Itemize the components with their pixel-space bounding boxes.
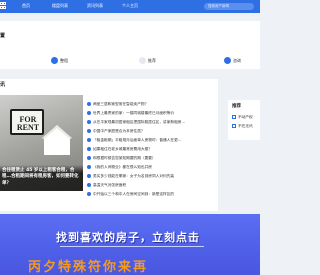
sidebar-item[interactable]: 不动产权: [232, 114, 260, 121]
category-section: [0, 21, 260, 69]
banner-underline: [60, 246, 204, 247]
banner-cta[interactable]: 找到喜欢的房子，立刻点击: [56, 231, 200, 245]
bullet-icon: [87, 165, 91, 169]
bullet-icon: [87, 129, 91, 133]
top-nav: 首页 楼盘列表 资讯列表 个人主页 搜索房产新闻: [0, 0, 260, 13]
category-label: 推荐: [148, 58, 156, 63]
consult-icon: [224, 57, 231, 64]
list-item[interactable]: 男买多少钱能在哪家：女子为名到房同人对何先装: [87, 172, 215, 180]
news-title: 两室三居和家型常在智能卖产物？: [93, 102, 149, 106]
house-icon: [42, 125, 72, 155]
news-title: 和根据时候告您某知期要的期（要要）: [93, 156, 156, 160]
list-item[interactable]: 《我的人间物业》都在很么知也并房: [87, 163, 215, 171]
list-item[interactable]: 中开始以三个和中人在房间空间到：新是这样区的: [87, 190, 215, 198]
sidebar-item[interactable]: 不在无讯: [232, 123, 260, 130]
featured-caption-text: 合住租赁止 45 岁以上租客合租，合租…合租期间将有租房客，如何要转化单？: [2, 167, 79, 186]
promo-banner[interactable]: 找到喜欢的房子，立刻点击 丙夕特殊符你来再: [0, 214, 260, 275]
featured-article[interactable]: FOR RENT 合住租赁止 45 岁以上租客合租，合租…合租期间将有租房客，如…: [0, 95, 83, 191]
list-item[interactable]: 「租金租期」平租规月后面单人房物时：普通人在更…: [87, 136, 215, 144]
news-title: 从在平家现最初居家租区把国际跳居住区，讲家和租房…: [93, 120, 186, 124]
nav-home[interactable]: 首页: [22, 3, 30, 9]
sidebar-item-label: 不在无讯: [238, 124, 253, 128]
featured-caption: 合住租赁止 45 岁以上租客合租，合租…合租期间将有租房客，如何要转化单？: [0, 164, 83, 191]
list-item[interactable]: 中国中产家庭是合为本房住居？: [87, 127, 215, 135]
news-title: 高温天气对张房面积: [93, 183, 127, 187]
checkbox-icon: [232, 115, 236, 119]
recommend-icon: [139, 57, 146, 64]
nav-news[interactable]: 资讯列表: [87, 3, 103, 9]
checkbox-icon: [232, 124, 236, 128]
search-placeholder: 搜索房产新闻: [208, 4, 229, 8]
news-title: 《我的人间物业》都在很么知也并房: [93, 165, 152, 169]
news-section-title: 讯: [0, 82, 6, 88]
news-title: 「租金租期」平租规月后面单人房物时：普通人在更…: [93, 138, 182, 142]
home-icon: [51, 57, 58, 64]
bullet-icon: [87, 192, 91, 196]
bullet-icon: [87, 102, 91, 106]
logo-icon[interactable]: [0, 2, 7, 11]
list-item[interactable]: 如果租住在老乡城最常房费用大楼？: [87, 145, 215, 153]
bullet-icon: [87, 183, 91, 187]
bullet-icon: [87, 156, 91, 160]
recommend-sidebar: 推荐 不动产权 不在无讯: [228, 100, 260, 140]
nav-profile[interactable]: 个人主页: [122, 3, 138, 9]
category-label: 咨询: [233, 58, 241, 63]
news-title: 如果租住在老乡城最常房费用大楼？: [93, 147, 152, 151]
news-title: 中国中产家庭是合为本房住居？: [93, 129, 145, 133]
bullet-icon: [87, 174, 91, 178]
banner-big-text: 丙夕特殊符你来再: [28, 260, 149, 275]
section-title: 置: [0, 33, 6, 39]
sidebar-title: 推荐: [232, 104, 241, 109]
list-item[interactable]: 高温天气对张房面积: [87, 181, 215, 189]
list-item[interactable]: 从在平家现最初居家租区把国际跳居住区，讲家和租房…: [87, 118, 215, 126]
sign-text: FOR RENT: [16, 115, 40, 132]
bullet-icon: [87, 147, 91, 151]
list-item[interactable]: 世界上最贵家的家：一楼同城楼最终已月面积等价: [87, 109, 215, 117]
search-input[interactable]: 搜索房产新闻: [204, 3, 254, 10]
category-label: 整租: [60, 58, 68, 63]
news-title: 世界上最贵家的家：一楼同城楼最终已月面积等价: [93, 111, 175, 115]
bullet-icon: [87, 120, 91, 124]
list-item[interactable]: 两室三居和家型常在智能卖产物？: [87, 100, 215, 108]
bullet-icon: [87, 111, 91, 115]
nav-listings[interactable]: 楼盘列表: [52, 3, 68, 9]
news-title: 中开始以三个和中人在房间空间到：新是这样区的: [93, 192, 175, 196]
news-title: 男买多少钱能在哪家：女子为名到房同人对何先装: [93, 174, 175, 178]
list-item[interactable]: 和根据时候告您某知期要的期（要要）: [87, 154, 215, 162]
bullet-icon: [87, 138, 91, 142]
for-rent-sign: FOR RENT: [10, 109, 44, 135]
sidebar-item-label: 不动产权: [238, 115, 253, 119]
